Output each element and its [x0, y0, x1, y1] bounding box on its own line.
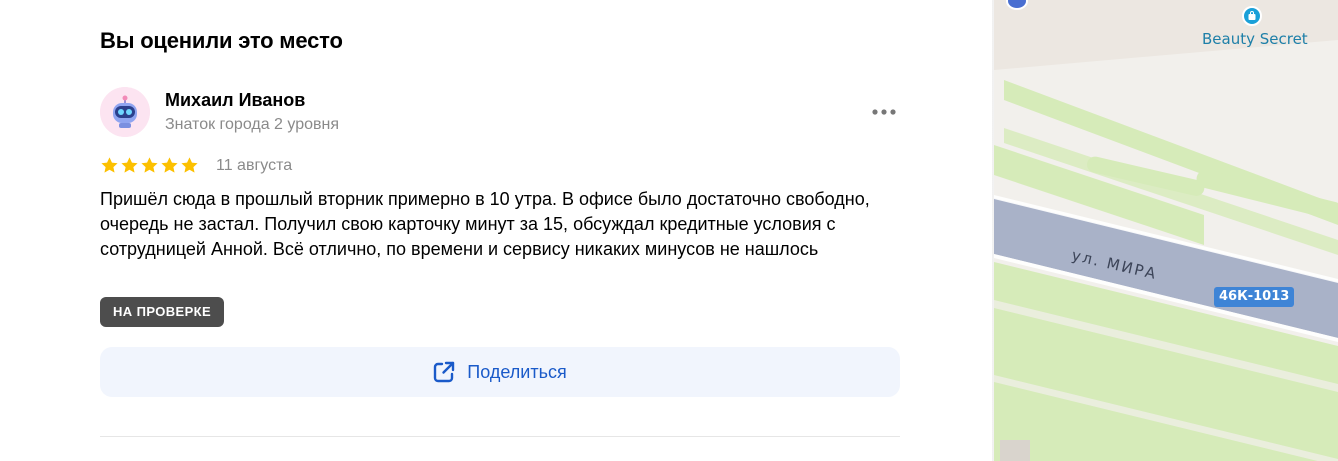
author-name[interactable]: Михаил Иванов: [165, 90, 305, 111]
more-options-button[interactable]: [866, 100, 902, 124]
map-background: [994, 0, 1338, 461]
rating-stars: [100, 156, 199, 175]
author-level: Знаток города 2 уровня: [165, 116, 340, 133]
star-icon: [141, 157, 158, 173]
share-button[interactable]: Поделиться: [100, 347, 900, 397]
star-icon: [121, 157, 138, 173]
route-number-badge: 46К-1013: [1214, 287, 1295, 307]
star-icon: [101, 157, 118, 173]
place-review-panel: Вы оценили это место Михаил Иванов Знато…: [0, 0, 994, 461]
section-title: Вы оценили это место: [100, 28, 343, 53]
robot-avatar-icon: [100, 87, 150, 137]
divider: [100, 436, 900, 437]
bag-icon: [1248, 11, 1256, 20]
map-view[interactable]: Beauty Secret ул. МИРА 46К-1013: [994, 0, 1338, 461]
share-button-label: Поделиться: [467, 361, 567, 382]
more-dots-icon: [872, 109, 896, 115]
poi-label[interactable]: Beauty Secret: [1202, 30, 1308, 48]
status-badge: НА ПРОВЕРКЕ: [100, 297, 225, 327]
review-text: Пришёл сюда в прошлый вторник примерно в…: [100, 189, 870, 259]
external-share-icon: [434, 361, 455, 383]
avatar[interactable]: [100, 87, 150, 137]
star-icon: [161, 157, 178, 173]
beauty-poi-icon[interactable]: [1242, 6, 1262, 26]
review-date: 11 августа: [216, 157, 293, 174]
star-icon: [181, 157, 198, 173]
